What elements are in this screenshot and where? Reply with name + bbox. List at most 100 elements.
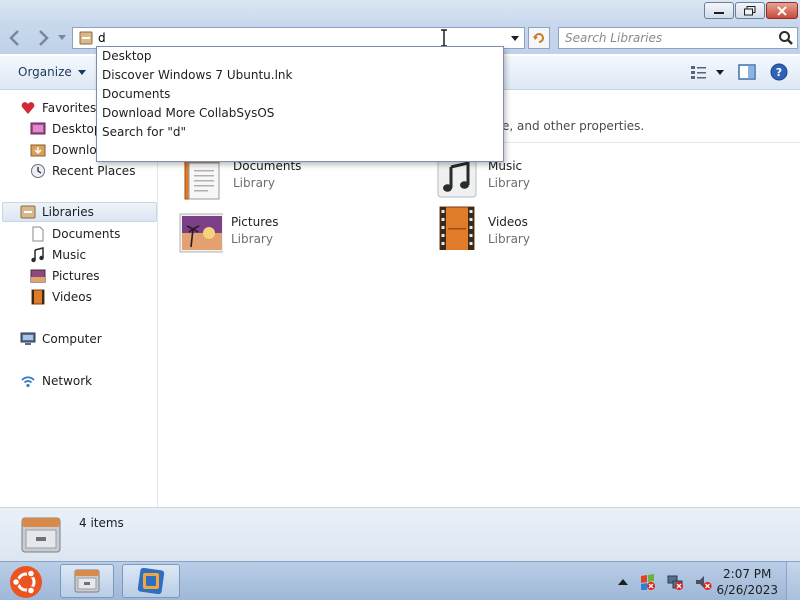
- text-cursor-icon: [441, 29, 447, 47]
- library-item-videos[interactable]: Videos Library: [436, 206, 530, 250]
- organize-label: Organize: [18, 65, 72, 79]
- sidebar-label: Favorites: [42, 101, 97, 115]
- search-input[interactable]: [565, 30, 765, 46]
- recent-pages-button[interactable]: [56, 27, 68, 49]
- details-pane: 4 items: [0, 507, 800, 561]
- library-item-pictures[interactable]: Pictures Library: [179, 213, 279, 257]
- autocomplete-item[interactable]: Discover Windows 7 Ubuntu.lnk: [102, 66, 292, 85]
- sidebar-label: Pictures: [52, 269, 100, 283]
- network-status-icon[interactable]: [666, 573, 684, 591]
- sidebar-item-videos[interactable]: Videos: [30, 287, 92, 307]
- sidebar-item-desktop[interactable]: Desktop: [30, 119, 102, 139]
- libraries-icon: [21, 517, 61, 553]
- recent-places-icon: [31, 164, 45, 178]
- sidebar-label: Documents: [52, 227, 121, 241]
- close-icon: [777, 5, 787, 16]
- sidebar-label: Network: [42, 374, 93, 388]
- search-icon[interactable]: [778, 30, 794, 46]
- library-item-text: Pictures Library: [231, 213, 279, 246]
- sidebar-item-pictures[interactable]: Pictures: [30, 266, 100, 286]
- videos-icon: [31, 289, 45, 305]
- autocomplete-item[interactable]: Download More CollabSysOS: [102, 104, 274, 123]
- sidebar-label: Desktop: [52, 122, 102, 136]
- address-dropdown-button[interactable]: [508, 30, 522, 46]
- autocomplete-item[interactable]: Desktop: [102, 47, 152, 66]
- sidebar-item-documents[interactable]: Documents: [30, 224, 120, 244]
- clock[interactable]: 2:07 PM 6/26/2023: [716, 566, 778, 598]
- music-icon: [31, 247, 44, 263]
- library-item-type: Library: [488, 232, 530, 246]
- library-item-documents[interactable]: Documents Library: [181, 157, 301, 201]
- action-center-flag-icon[interactable]: [638, 573, 656, 591]
- item-count: 4 items: [79, 516, 124, 530]
- document-icon: [32, 226, 44, 242]
- taskbar-virtualbox-button[interactable]: [122, 564, 180, 598]
- sidebar-item-downloads[interactable]: Downloa: [30, 140, 104, 160]
- forward-button[interactable]: [32, 27, 54, 49]
- sidebar-item-favorites[interactable]: Favorites: [20, 98, 96, 118]
- show-hidden-icons-icon[interactable]: [618, 578, 628, 586]
- refresh-icon: [533, 33, 544, 43]
- library-item-name: Videos: [488, 215, 528, 229]
- library-icon: [79, 31, 93, 45]
- library-item-name: Pictures: [231, 215, 279, 229]
- pictures-icon: [30, 269, 46, 283]
- network-icon: [21, 376, 35, 388]
- sidebar-label: Libraries: [42, 205, 94, 219]
- virtual-machine-icon: [137, 567, 165, 595]
- pictures-library-icon: [179, 213, 223, 253]
- clock-date: 6/26/2023: [716, 583, 778, 597]
- library-item-type: Library: [233, 176, 275, 190]
- sidebar-label: Videos: [52, 290, 92, 304]
- back-button[interactable]: [4, 27, 26, 49]
- sidebar-item-computer[interactable]: Computer: [20, 329, 102, 349]
- title-bar: [0, 0, 800, 24]
- forward-arrow-icon: [39, 30, 49, 46]
- show-desktop-button[interactable]: [786, 562, 800, 600]
- videos-library-icon: [439, 206, 475, 250]
- svg-text:?: ?: [776, 66, 782, 79]
- documents-library-icon: [184, 160, 220, 200]
- sidebar-label: Computer: [42, 332, 102, 346]
- volume-muted-icon[interactable]: [694, 573, 712, 591]
- sidebar-label: Music: [52, 248, 87, 262]
- organize-menu-button[interactable]: Organize: [18, 65, 86, 79]
- heart-icon: [21, 102, 35, 114]
- window-controls: [704, 2, 798, 19]
- library-item-type: Library: [231, 232, 273, 246]
- change-view-button[interactable]: [690, 64, 724, 80]
- file-explorer-icon: [74, 569, 100, 593]
- computer-icon: [20, 332, 36, 345]
- view-controls: ?: [690, 63, 788, 81]
- help-icon[interactable]: ?: [770, 63, 788, 81]
- library-item-music[interactable]: Music Library: [436, 157, 530, 201]
- close-button[interactable]: [766, 2, 798, 19]
- library-item-text: Videos Library: [488, 213, 530, 246]
- sidebar-item-network[interactable]: Network: [20, 371, 92, 391]
- minimize-button[interactable]: [704, 2, 734, 19]
- library-description: e, and other properties.: [502, 119, 645, 133]
- taskbar-explorer-button[interactable]: [60, 564, 114, 598]
- back-arrow-icon: [9, 30, 19, 46]
- system-tray: [618, 573, 712, 591]
- autocomplete-search-item[interactable]: Search for "d": [102, 123, 186, 142]
- address-autocomplete-list: Desktop Discover Windows 7 Ubuntu.lnk Do…: [96, 46, 504, 162]
- restore-button[interactable]: [735, 2, 765, 19]
- sidebar-item-recent-places[interactable]: Recent Places: [30, 161, 135, 181]
- search-box[interactable]: [558, 27, 798, 49]
- taskbar: 2:07 PM 6/26/2023: [0, 561, 800, 600]
- downloads-folder-icon: [30, 144, 46, 157]
- sidebar-item-music[interactable]: Music: [30, 245, 86, 265]
- autocomplete-item[interactable]: Documents: [102, 85, 170, 104]
- library-item-type: Library: [488, 176, 530, 190]
- view-options-icon: [691, 66, 706, 79]
- restore-icon: [744, 5, 756, 15]
- preview-pane-icon[interactable]: [738, 64, 756, 80]
- chevron-down-icon: [511, 35, 519, 41]
- sidebar-item-libraries[interactable]: Libraries: [2, 202, 157, 222]
- chevron-down-icon: [58, 35, 66, 40]
- refresh-button[interactable]: [528, 27, 550, 49]
- address-input[interactable]: [98, 29, 498, 47]
- music-library-icon: [437, 158, 477, 198]
- start-button-ubuntu-icon[interactable]: [8, 564, 44, 600]
